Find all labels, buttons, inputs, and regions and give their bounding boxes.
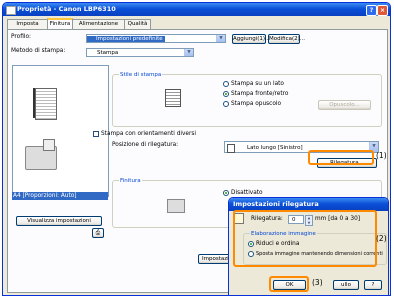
binding-page-icon	[227, 144, 235, 153]
copies-icon	[43, 139, 55, 151]
binding-location-label: Posizione di rilegatura:	[112, 142, 179, 148]
rotated-print-checkbox[interactable]	[93, 131, 99, 137]
dialog-help-button[interactable]: ?	[364, 280, 382, 290]
radio-finishing-off[interactable]	[223, 190, 229, 196]
window-titlebar: Proprietà - Canon LBP6310 ? ×	[3, 3, 390, 16]
one-sided-label: Stampa su un lato	[231, 81, 284, 87]
callout-2: (2)	[376, 234, 387, 243]
dialog-title: Impostazioni rilegatura	[233, 200, 319, 208]
output-method-select[interactable]: Stampa ▼	[86, 48, 194, 57]
booklet-label: Stampa opuscolo	[231, 101, 282, 107]
cancel-button[interactable]: ullo	[333, 280, 359, 290]
finishing-off-label: Disattivato	[231, 190, 263, 196]
profile-label: Profilo:	[11, 34, 31, 40]
finishing-title: Finitura	[119, 177, 142, 185]
output-method-label: Metodo di stampa:	[11, 48, 66, 54]
booklet-button[interactable]: Opuscolo...	[318, 100, 371, 110]
chevron-down-icon: ▼	[184, 49, 193, 56]
restore-defaults-icon[interactable]: ⎙	[92, 228, 104, 238]
callout-3: (3)	[312, 278, 323, 288]
dialog-settings-highlight	[233, 210, 377, 267]
print-style-title: Stile di stampa	[119, 71, 163, 79]
radio-two-sided[interactable]	[223, 91, 229, 97]
profile-modify-button[interactable]: Modifica(2)...	[268, 34, 305, 44]
finishing-icon	[167, 199, 185, 213]
radio-one-sided[interactable]	[223, 81, 229, 87]
window-title: Proprietà - Canon LBP6310	[17, 5, 116, 13]
binding-button-highlight	[308, 150, 374, 165]
print-style-group: Stile di stampa Stampa su un lato Stampa…	[112, 71, 382, 127]
preview-caption: A4 [Proporzioni: Auto]	[12, 192, 108, 200]
view-settings-button[interactable]: Visualizza impostazioni	[16, 216, 102, 226]
close-icon[interactable]: ×	[377, 5, 388, 16]
print-style-icon	[165, 89, 181, 107]
rotated-print-label: Stampa con orientamenti diversi	[101, 131, 196, 137]
two-sided-label: Stampa fronte/retro	[231, 91, 289, 97]
preview-page-image	[35, 88, 57, 120]
profile-select[interactable]: Impostazioni predefinite ▼	[86, 34, 226, 43]
binding-edge-marker	[33, 88, 35, 118]
tab-paper-source[interactable]: Alimentazione carta	[72, 19, 125, 36]
help-icon[interactable]: ?	[366, 5, 377, 16]
printer-icon	[6, 6, 16, 15]
chevron-down-icon: ▼	[216, 35, 225, 42]
profile-add-button[interactable]: Aggiungi(1)...	[232, 34, 270, 44]
radio-booklet[interactable]	[223, 101, 229, 107]
tab-quality[interactable]: Qualità	[124, 19, 151, 29]
tab-page-setup[interactable]: Imposta pagina	[7, 19, 48, 36]
callout-1: (1)	[376, 151, 387, 160]
ok-button-highlight	[269, 276, 309, 292]
